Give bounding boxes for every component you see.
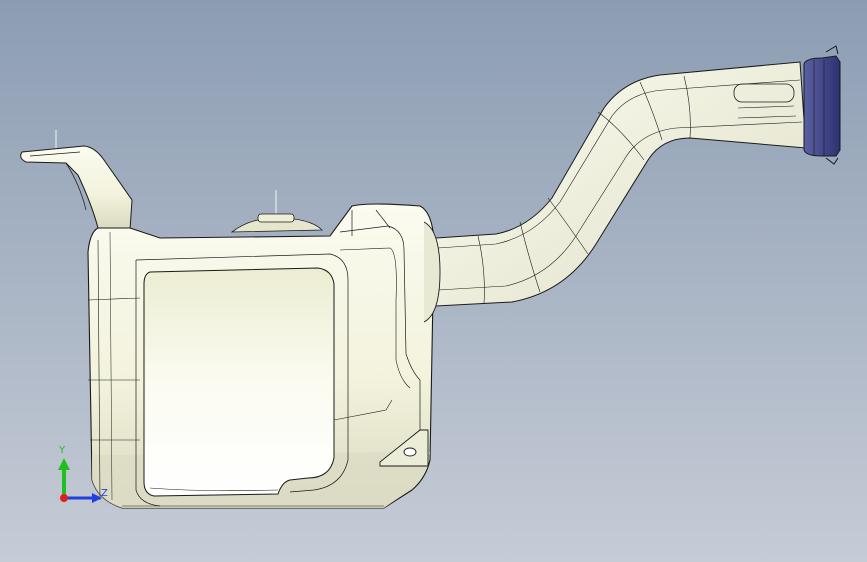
- cap-tab: [825, 45, 839, 55]
- pipe-body: [435, 61, 807, 307]
- cap-body: [803, 55, 841, 157]
- bracket-arm: [20, 145, 133, 231]
- y-axis-arrowhead: [58, 458, 70, 470]
- filler-cap[interactable]: [803, 45, 841, 165]
- model-canvas[interactable]: Y Z: [0, 0, 867, 562]
- y-axis-label: Y: [58, 445, 66, 456]
- mount-hole: [403, 447, 417, 457]
- cad-3d-viewport[interactable]: Y Z: [0, 0, 867, 562]
- left-mounting-bracket[interactable]: [20, 130, 133, 231]
- z-axis-label: Z: [101, 488, 108, 499]
- pipe-connection-flange: [423, 221, 441, 323]
- x-axis-origin: [60, 494, 68, 502]
- cap-tab: [825, 157, 839, 165]
- tank-top-boss: [257, 213, 295, 223]
- filler-pipe[interactable]: [435, 61, 807, 307]
- reservoir-tank[interactable]: [87, 190, 441, 509]
- tank-front-panel: [143, 267, 335, 497]
